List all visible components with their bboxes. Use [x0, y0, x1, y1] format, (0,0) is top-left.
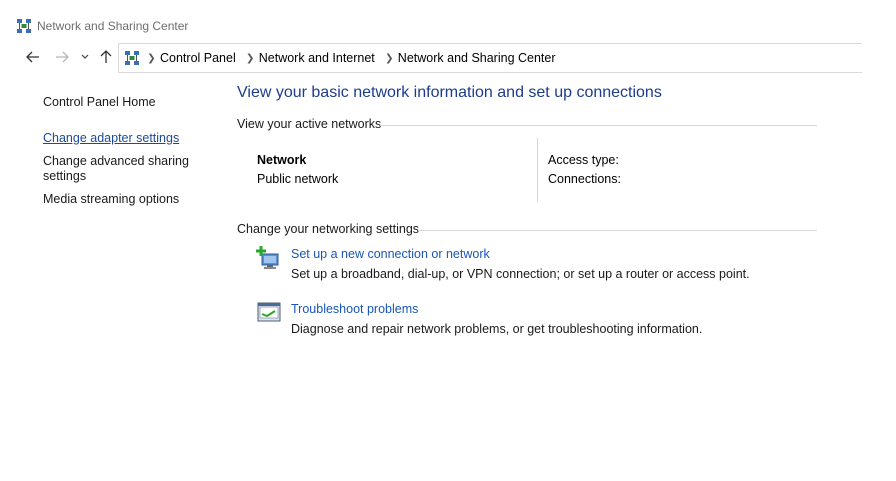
network-category: Public network — [257, 172, 339, 186]
page-title: View your basic network information and … — [237, 84, 662, 101]
back-button[interactable] — [24, 48, 42, 66]
network-sharing-icon — [16, 18, 32, 34]
section-divider — [380, 125, 817, 126]
sidebar-item-change-adapter-settings[interactable]: Change adapter settings — [43, 131, 179, 146]
access-type-label: Access type: — [548, 153, 619, 167]
arrow-up-icon — [100, 50, 112, 63]
sidebar-item-change-advanced-sharing-settings[interactable]: Change advanced sharing settings — [43, 154, 189, 184]
chevron-down-icon — [81, 54, 89, 59]
connections-label: Connections: — [548, 172, 621, 186]
arrow-left-icon — [26, 51, 39, 63]
up-button[interactable] — [97, 48, 115, 66]
active-networks-title: View your active networks — [237, 117, 382, 131]
section-divider — [418, 230, 817, 231]
troubleshoot-icon[interactable] — [256, 300, 282, 326]
sidebar-item-label: settings — [43, 169, 87, 183]
networking-settings-title: Change your networking settings — [237, 222, 420, 236]
sidebar-item-media-streaming-options[interactable]: Media streaming options — [43, 192, 179, 207]
set-up-connection-description: Set up a broadband, dial-up, or VPN conn… — [291, 267, 750, 281]
breadcrumb-control-panel[interactable]: Control Panel — [160, 51, 236, 65]
sidebar-item-control-panel-home[interactable]: Control Panel Home — [43, 95, 156, 110]
new-connection-icon[interactable] — [256, 245, 282, 271]
chevron-right-icon[interactable]: ❯ — [143, 53, 160, 64]
forward-button[interactable] — [53, 48, 71, 66]
address-bar[interactable]: ❯ Control Panel ❯ Network and Internet ❯… — [118, 43, 862, 73]
chevron-right-icon[interactable]: ❯ — [381, 53, 398, 64]
chevron-right-icon[interactable]: ❯ — [242, 53, 259, 64]
troubleshoot-problems-description: Diagnose and repair network problems, or… — [291, 322, 703, 336]
arrow-right-icon — [56, 51, 69, 63]
network-name: Network — [257, 153, 307, 167]
network-divider — [537, 138, 538, 202]
recent-locations-button[interactable] — [78, 48, 92, 66]
troubleshoot-problems-link[interactable]: Troubleshoot problems — [291, 302, 418, 316]
sidebar-item-label: Change advanced sharing — [43, 154, 189, 168]
set-up-connection-link[interactable]: Set up a new connection or network — [291, 247, 490, 261]
breadcrumb: ❯ Control Panel ❯ Network and Internet ❯… — [143, 51, 562, 65]
breadcrumb-network-and-internet[interactable]: Network and Internet — [259, 51, 375, 65]
title-bar: Network and Sharing Center — [0, 0, 896, 40]
window-title: Network and Sharing Center — [37, 19, 189, 33]
network-sharing-icon — [124, 50, 140, 66]
breadcrumb-network-and-sharing-center[interactable]: Network and Sharing Center — [398, 51, 556, 65]
